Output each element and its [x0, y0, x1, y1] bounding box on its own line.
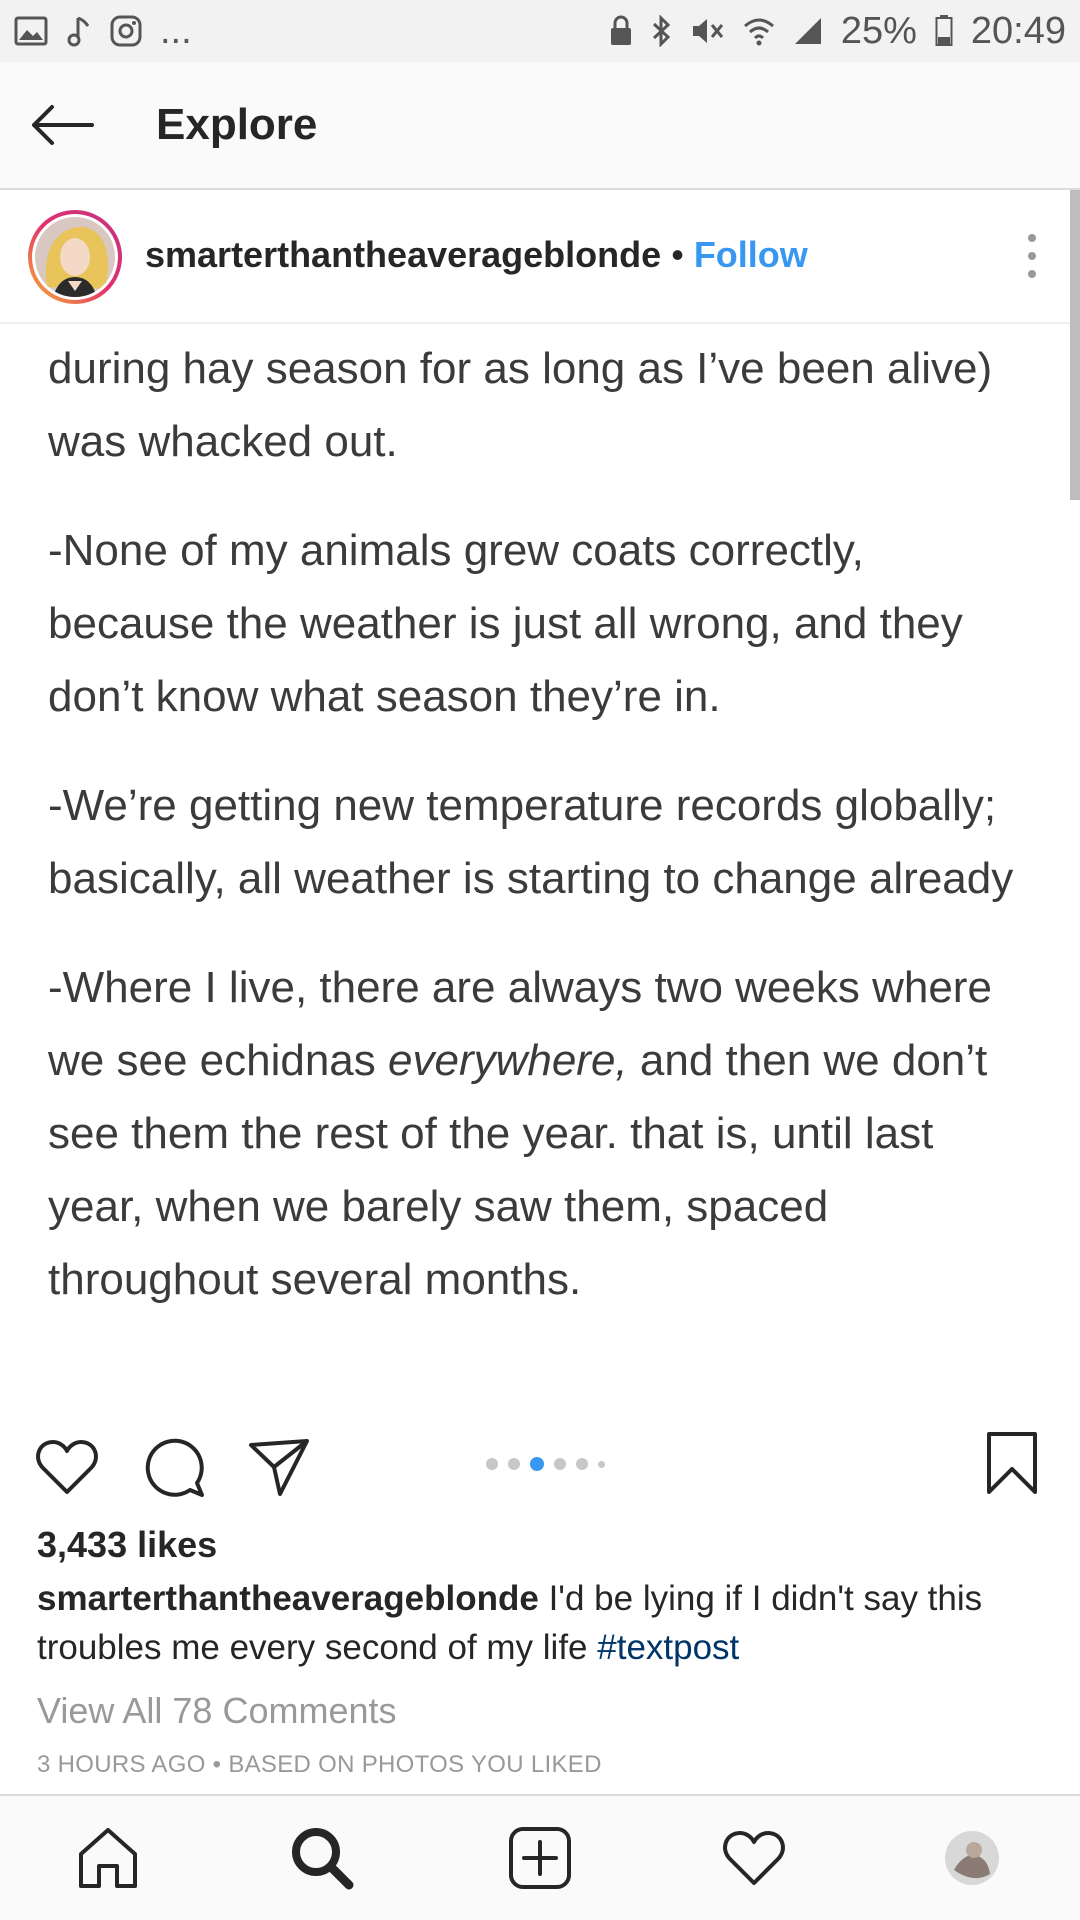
image-icon	[14, 16, 48, 46]
status-bar: ... 25% 20:49	[0, 0, 1080, 62]
scrollbar[interactable]	[1070, 190, 1080, 500]
home-icon[interactable]	[72, 1822, 144, 1894]
post-timestamp: 3 HOURS AGO • BASED ON PHOTOS YOU LIKED	[37, 1751, 602, 1778]
profile-avatar[interactable]	[936, 1822, 1008, 1894]
avatar-image	[35, 217, 115, 297]
caption: smarterthantheaverageblonde I'd be lying…	[37, 1574, 1047, 1672]
back-arrow-icon[interactable]	[30, 93, 94, 157]
view-comments-link[interactable]: View All 78 Comments	[37, 1690, 397, 1732]
carousel-dot-active	[530, 1457, 544, 1471]
music-note-icon	[66, 14, 92, 48]
share-icon[interactable]	[246, 1436, 312, 1498]
post-username[interactable]: smarterthantheaverageblonde	[145, 234, 661, 275]
bottom-nav	[0, 1794, 1080, 1920]
search-icon[interactable]	[286, 1822, 358, 1894]
mute-icon	[691, 16, 725, 46]
battery-percent: 25%	[840, 9, 917, 52]
post-image[interactable]: during hay season for as long as I’ve be…	[0, 324, 1080, 1394]
hashtag-link[interactable]: #textpost	[597, 1628, 739, 1667]
bookmark-icon[interactable]	[984, 1430, 1040, 1496]
page-title: Explore	[156, 100, 318, 149]
post-paragraph: -Where I live, there are always two week…	[48, 951, 1038, 1316]
battery-icon	[935, 15, 953, 47]
activity-heart-icon[interactable]	[718, 1822, 790, 1894]
lock-icon	[609, 15, 633, 47]
wifi-icon	[743, 16, 775, 46]
likes-count[interactable]: 3,433 likes	[37, 1524, 217, 1566]
notification-overflow: ...	[160, 9, 192, 52]
carousel-indicator	[486, 1457, 605, 1471]
follow-button[interactable]: Follow	[694, 234, 808, 275]
explore-header: Explore	[0, 62, 1080, 190]
bluetooth-icon	[651, 15, 673, 47]
add-post-icon[interactable]	[504, 1822, 576, 1894]
carousel-dot	[598, 1460, 605, 1468]
carousel-dot	[486, 1458, 498, 1470]
caption-username[interactable]: smarterthantheaverageblonde	[37, 1579, 539, 1618]
carousel-dot	[554, 1458, 566, 1470]
carousel-dot	[508, 1458, 520, 1470]
separator-dot: •	[671, 234, 684, 275]
comment-icon[interactable]	[142, 1436, 208, 1500]
post-paragraph: during hay season for as long as I’ve be…	[48, 344, 993, 466]
post-user-line: smarterthantheaverageblonde • Follow	[145, 234, 808, 276]
post-paragraph: -We’re getting new temperature records g…	[48, 781, 1014, 903]
clock: 20:49	[970, 9, 1066, 52]
post-header: smarterthantheaverageblonde • Follow	[0, 190, 1080, 324]
paragraph-emphasis: everywhere,	[388, 1036, 628, 1085]
instagram-icon	[110, 15, 142, 47]
post-paragraph: -None of my animals grew coats correctly…	[48, 526, 963, 721]
signal-icon	[793, 16, 823, 46]
user-avatar[interactable]	[28, 210, 122, 304]
like-heart-icon[interactable]	[34, 1436, 100, 1498]
more-options-icon[interactable]	[1022, 226, 1042, 286]
carousel-dot	[576, 1458, 588, 1470]
